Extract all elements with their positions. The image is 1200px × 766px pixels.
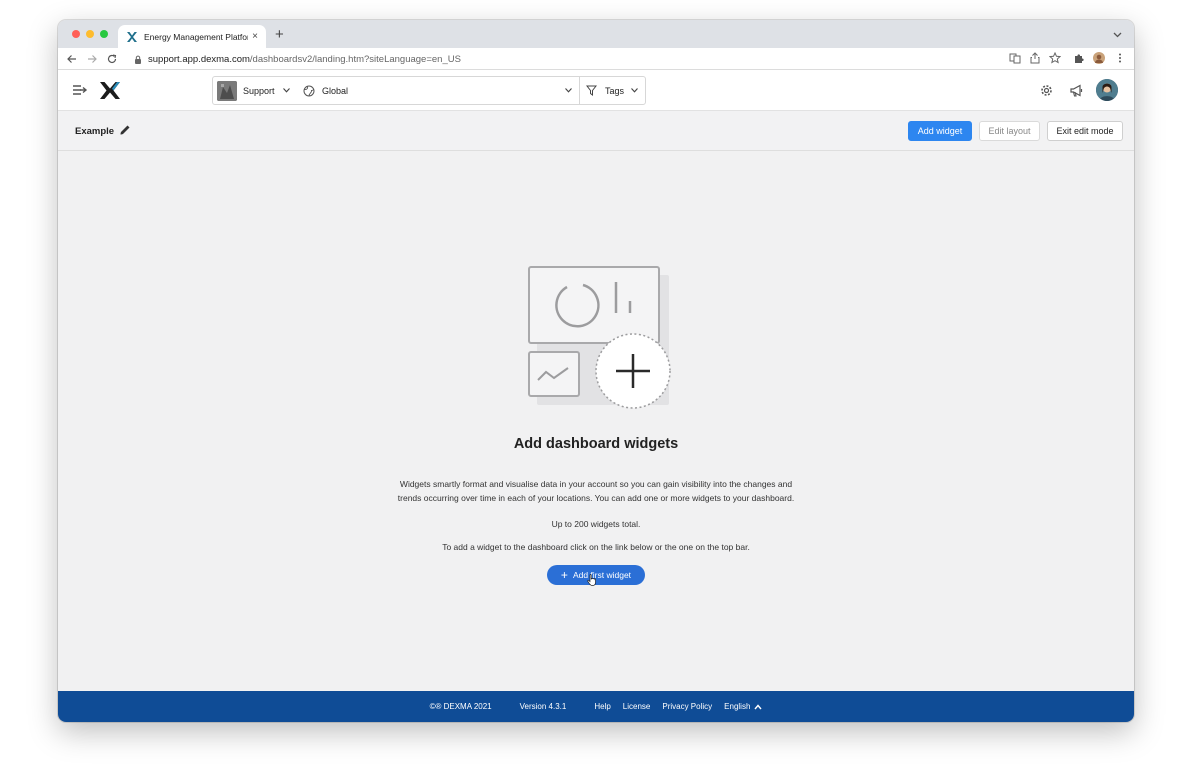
globe-icon (303, 85, 315, 96)
hand-cursor-icon (587, 574, 596, 586)
browser-tab[interactable]: Energy Management Platform × (118, 25, 266, 48)
location-label: Global (322, 85, 349, 96)
footer-privacy-link[interactable]: Privacy Policy (662, 702, 712, 711)
chevron-down-icon (565, 88, 572, 93)
gear-icon[interactable] (1039, 83, 1054, 98)
footer-copyright: ©® DEXMA 2021 (429, 702, 492, 711)
footer-help-link[interactable]: Help (594, 702, 610, 711)
plus-icon: + (560, 568, 568, 582)
url-field[interactable]: support.app.dexma.com/dashboardsv2/landi… (128, 51, 1028, 67)
url-host: support.app.dexma.com (148, 53, 250, 65)
menu-toggle-icon[interactable] (72, 83, 88, 97)
profile-avatar-icon[interactable] (1093, 52, 1105, 64)
extensions-icon[interactable] (1073, 52, 1085, 64)
account-label: Support (243, 85, 275, 96)
lock-icon (135, 55, 141, 64)
location-selector[interactable]: Global (297, 76, 580, 105)
browser-window: Energy Management Platform × + support.a… (58, 20, 1134, 722)
forward-arrow-icon[interactable] (87, 54, 97, 64)
address-bar: support.app.dexma.com/dashboardsv2/landi… (58, 48, 1134, 70)
tab-strip: Energy Management Platform × + (58, 20, 1134, 48)
pencil-icon[interactable] (119, 124, 131, 136)
empty-state-hint: To add a widget to the dashboard click o… (442, 542, 750, 552)
widgets-illustration-icon (528, 266, 671, 409)
dashboard-title: Example (75, 126, 115, 137)
chevron-down-icon (283, 88, 290, 93)
empty-state-limit: Up to 200 widgets total. (551, 519, 641, 529)
add-widget-button[interactable]: Add widget (908, 121, 972, 141)
footer: ©® DEXMA 2021 Version 4.3.1 Help License… (58, 691, 1134, 722)
new-tab-button[interactable]: + (275, 26, 284, 43)
language-selector[interactable]: English (724, 702, 762, 711)
chevron-down-icon (631, 88, 638, 93)
tags-filter[interactable]: Tags (579, 76, 646, 105)
back-arrow-icon[interactable] (67, 54, 77, 64)
browser-menu-icon[interactable] (1114, 52, 1126, 64)
dashboard-canvas: Add dashboard widgets Widgets smartly fo… (58, 151, 1134, 691)
account-selector[interactable]: Support (212, 76, 298, 105)
megaphone-icon[interactable] (1069, 83, 1084, 98)
chevron-down-icon[interactable] (1113, 32, 1122, 38)
maximize-window-button[interactable] (100, 30, 108, 38)
url-path: /dashboardsv2/landing.htm?siteLanguage=e… (249, 53, 461, 65)
tab-close-icon[interactable]: × (252, 31, 258, 42)
translate-icon[interactable] (1009, 52, 1021, 64)
empty-state-title: Add dashboard widgets (513, 436, 679, 452)
add-first-widget-label: Add first widget (572, 570, 632, 580)
bookmark-star-icon[interactable] (1049, 52, 1061, 64)
share-icon[interactable] (1029, 52, 1041, 64)
user-avatar[interactable] (1096, 79, 1118, 101)
language-label: English (724, 702, 751, 711)
tags-label: Tags (605, 85, 625, 96)
edit-layout-button[interactable]: Edit layout (979, 121, 1040, 141)
exit-edit-mode-button[interactable]: Exit edit mode (1047, 121, 1123, 141)
dexma-logo-icon[interactable] (99, 81, 121, 100)
filter-icon (586, 85, 597, 96)
footer-license-link[interactable]: License (623, 702, 651, 711)
tab-title: Energy Management Platform (144, 31, 249, 42)
dexma-favicon-icon (127, 31, 137, 42)
reload-icon[interactable] (107, 54, 117, 64)
dashboard-toolbar: Example Add widget Edit layout Exit edit… (58, 111, 1134, 151)
minimize-window-button[interactable] (86, 30, 94, 38)
close-window-button[interactable] (72, 30, 80, 38)
footer-version: Version 4.3.1 (519, 702, 567, 711)
account-avatar (217, 80, 237, 101)
app-header: Support Global Tags (58, 70, 1134, 111)
empty-state-description: Widgets smartly format and visualise dat… (397, 479, 795, 503)
chevron-up-icon (754, 703, 762, 709)
